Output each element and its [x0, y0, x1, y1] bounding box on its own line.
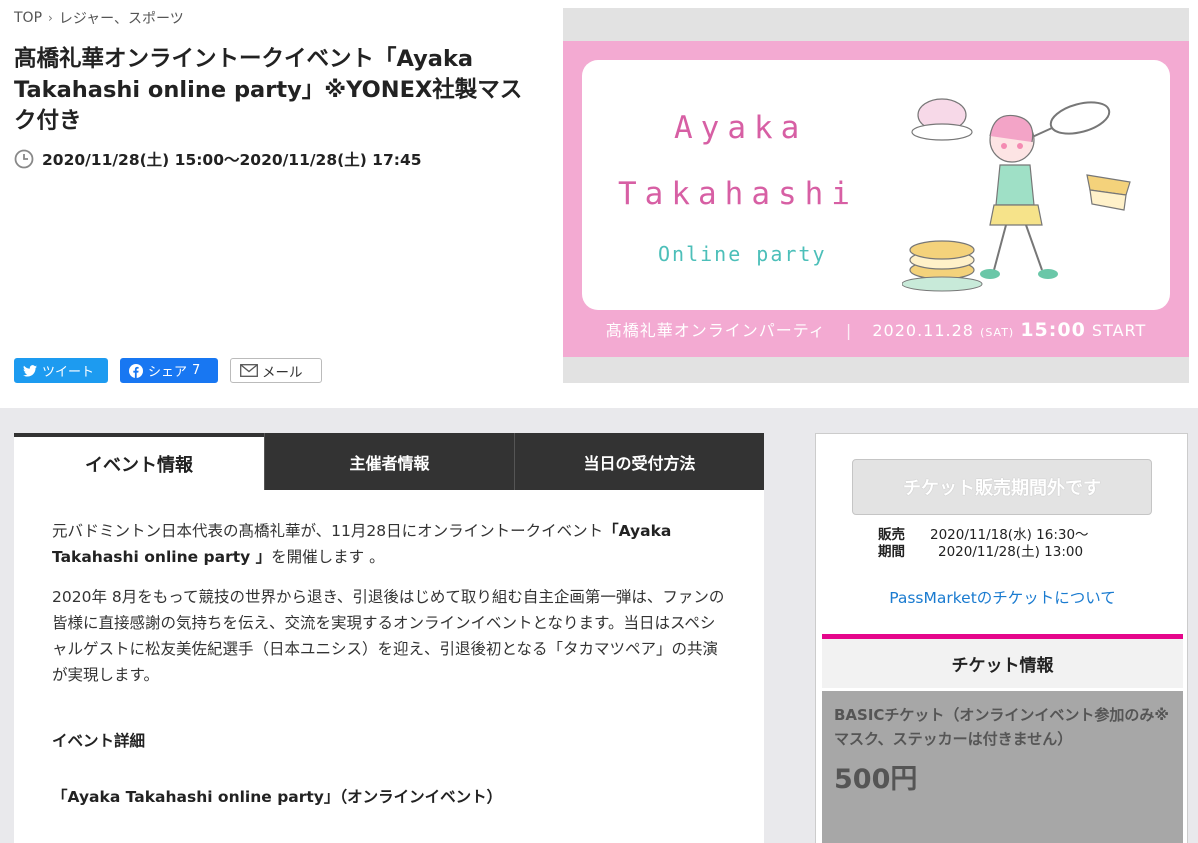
banner-line-1: Ayaka: [674, 110, 808, 146]
mail-label: メール: [262, 364, 303, 381]
tab-organizer-info[interactable]: 主催者情報: [264, 433, 514, 490]
envelope-icon: [240, 364, 258, 377]
banner-footer-start: START: [1091, 321, 1147, 340]
ticket-item: BASICチケット（オンラインイベント参加のみ※マスク、ステッカーは付きません）…: [822, 691, 1183, 843]
event-title: 髙橋礼華オンライントークイベント「Ayaka Takahashi online …: [14, 46, 523, 134]
banner-line-3: Online party: [658, 242, 827, 266]
girl-illustration: [902, 98, 1131, 292]
share-count: 7: [192, 363, 201, 378]
banner-pink-panel: Ayaka Takahashi Online party 髙橋礼華オンラインパー…: [563, 41, 1189, 357]
twitter-bird-icon: [23, 364, 37, 377]
event-datetime-text: 2020/11/28(土) 15:00〜2020/11/28(土) 17:45: [42, 151, 422, 169]
banner-footer-jp: 髙橋礼華オンラインパーティ: [605, 321, 826, 340]
ticket-name: BASICチケット（オンラインイベント参加のみ※マスク、ステッカーは付きません）: [834, 706, 1170, 748]
tab-reception-method[interactable]: 当日の受付方法: [514, 433, 764, 490]
event-detail-heading: イベント詳細: [52, 732, 146, 750]
tweet-label: ツイート: [42, 365, 95, 380]
banner-footer-time: 15:00: [1020, 319, 1086, 341]
event-description: 元バドミントン日本代表の髙橋礼華が、11月28日にオンライントークイベント「Ay…: [14, 490, 764, 843]
banner-footer: 髙橋礼華オンラインパーティ | 2020.11.28 (SAT) 15:00 S…: [563, 317, 1189, 341]
breadcrumb: TOP › レジャー、スポーツ: [14, 8, 184, 28]
ticket-price: 500円: [834, 764, 918, 795]
sales-period-label-2: 期間: [878, 544, 905, 560]
event-header: TOP › レジャー、スポーツ 髙橋礼華オンライントークイベント「Ayaka T…: [0, 0, 1198, 408]
banner-line-2: Takahashi: [618, 176, 858, 212]
banner-footer-day: (SAT): [980, 326, 1015, 339]
description-paragraph-2: 2020年 8月をもって競技の世界から退き、引退後はじめて取り組む自主企画第一弾…: [52, 588, 725, 684]
facebook-icon: [129, 363, 143, 378]
breadcrumb-top-link[interactable]: TOP: [14, 10, 42, 26]
sales-period: 販売 期間 2020/11/18(水) 16:30〜 2020/11/28(土)…: [878, 527, 1089, 561]
sales-period-end: 2020/11/28(土) 13:00: [938, 544, 1084, 560]
share-buttons: ツイート シェア 7 メール: [14, 358, 322, 383]
event-body: イベント情報 主催者情報 当日の受付方法 元バドミントン日本代表の髙橋礼華が、1…: [0, 408, 1198, 843]
sales-period-values: 2020/11/18(水) 16:30〜 2020/11/28(土) 13:00: [930, 527, 1089, 561]
sales-period-label: 販売 期間: [878, 527, 914, 561]
mail-button[interactable]: メール: [230, 358, 322, 383]
event-datetime: 2020/11/28(土) 15:00〜2020/11/28(土) 17:45: [14, 148, 422, 170]
tab-event-info[interactable]: イベント情報: [14, 433, 264, 490]
banner-card: Ayaka Takahashi Online party: [582, 60, 1170, 310]
tweet-button[interactable]: ツイート: [14, 358, 108, 383]
chevron-right-icon: ›: [48, 11, 53, 25]
event-tabs: イベント情報 主催者情報 当日の受付方法: [14, 433, 764, 490]
ticket-sidebar: チケット販売期間外です 販売 期間 2020/11/18(水) 16:30〜 2…: [815, 433, 1188, 843]
description-p1-a: 元バドミントン日本代表の髙橋礼華が、11月28日にオンライントークイベント: [52, 522, 604, 540]
divider: |: [845, 321, 853, 340]
sales-period-label-1: 販売: [878, 527, 905, 543]
sales-period-start: 2020/11/18(水) 16:30〜: [930, 527, 1089, 543]
share-label: シェア: [148, 365, 188, 380]
description-p1-c: を開催します 。: [271, 548, 385, 566]
facebook-share-button[interactable]: シェア 7: [120, 358, 218, 383]
passmarket-link[interactable]: PassMarketのチケットについて: [816, 586, 1189, 608]
event-banner-image: Ayaka Takahashi Online party 髙橋礼華オンラインパー…: [563, 8, 1189, 383]
breadcrumb-category-link[interactable]: レジャー、スポーツ: [59, 8, 184, 28]
event-detail-subtitle: 「Ayaka Takahashi online party」（オンラインイベント…: [52, 788, 503, 806]
ticket-info-heading: チケット情報: [822, 634, 1183, 688]
clock-icon: [14, 149, 34, 169]
ticket-unavailable-button[interactable]: チケット販売期間外です: [852, 459, 1152, 515]
description-paragraph-1: 元バドミントン日本代表の髙橋礼華が、11月28日にオンライントークイベント「Ay…: [52, 518, 726, 570]
banner-footer-date: 2020.11.28: [872, 321, 974, 340]
